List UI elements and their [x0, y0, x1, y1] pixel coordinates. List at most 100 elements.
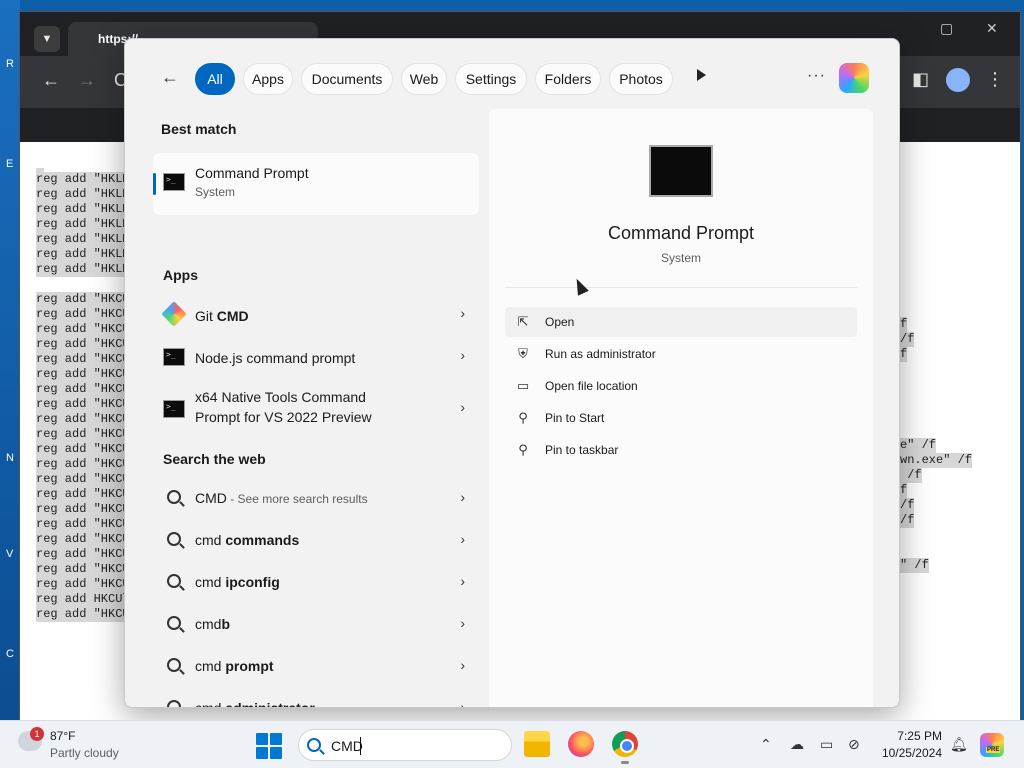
code-line: reg add "HKCU [36, 352, 130, 367]
chevron-right-icon: › [460, 347, 465, 363]
file-explorer-icon[interactable] [524, 731, 550, 757]
code-line: reg add "HKLM [36, 202, 130, 217]
web-result-cmd-prompt[interactable]: cmd prompt › [153, 647, 473, 687]
weather-alert-badge: 1 [30, 727, 44, 741]
code-line: reg add "HKLM [36, 172, 130, 187]
code-line: reg add "HKCU [36, 292, 130, 307]
code-line: reg add "HKCU [36, 397, 130, 412]
web-result-cmd-ipconfig[interactable]: cmd ipconfig › [153, 563, 473, 603]
code-line: reg add "HKCU [36, 562, 130, 577]
side-panel-icon[interactable]: ◧ [912, 69, 929, 90]
weather-temperature[interactable]: 87°F [50, 729, 75, 743]
command-prompt-icon [163, 400, 185, 418]
code-fragment: wn.exe" /f [900, 453, 973, 468]
close-window-icon[interactable]: ✕ [986, 20, 998, 37]
preview-subtitle: System [660, 251, 701, 265]
result-preview-pane: Command Prompt System ⇱ Open ⛨ Run as ad… [489, 109, 873, 707]
action-pin-to-taskbar[interactable]: ⚲ Pin to taskbar [505, 435, 857, 465]
text-caret [360, 737, 361, 755]
filter-settings[interactable]: Settings [455, 63, 527, 95]
web-result-cmdb[interactable]: cmdb › [153, 605, 473, 645]
filter-documents[interactable]: Documents [301, 63, 393, 95]
search-icon [167, 616, 181, 630]
volume-muted-icon[interactable]: ⊘ [848, 736, 860, 753]
search-icon [167, 490, 181, 504]
code-line: reg add "HKLM [36, 217, 130, 232]
apps-heading: Apps [163, 267, 198, 283]
code-line: reg add "HKCU [36, 382, 130, 397]
code-line: reg add "HKCU [36, 502, 130, 517]
search-icon [167, 574, 181, 588]
filter-web[interactable]: Web [401, 63, 447, 95]
copilot-preview-icon[interactable] [980, 733, 1004, 757]
shield-icon: ⛨ [518, 346, 528, 361]
windows-start-icon[interactable] [256, 733, 282, 759]
search-icon [307, 738, 321, 752]
forward-arrow-icon[interactable]: → [78, 70, 96, 91]
code-fragment: /f [900, 468, 922, 483]
notification-bell-icon[interactable]: 🔔︎ [950, 736, 968, 753]
taskbar-search-box[interactable] [298, 729, 512, 761]
app-result-git-cmd[interactable]: Git CMD › [153, 295, 473, 335]
web-result-cmd-commands[interactable]: cmd commands › [153, 521, 473, 561]
divider [505, 287, 857, 288]
code-line: reg add "HKCU [36, 427, 130, 442]
maximize-icon[interactable]: ▢ [940, 20, 953, 37]
firefox-icon[interactable] [568, 731, 594, 757]
back-arrow-icon[interactable]: ← [161, 67, 179, 88]
action-run-as-administrator[interactable]: ⛨ Run as administrator [505, 339, 857, 369]
taskbar: 1 87°F Partly cloudy ⌃ ☁ ▭ ⊘ 7:25 PM 10/… [0, 720, 1024, 768]
back-arrow-icon[interactable]: ← [42, 70, 60, 91]
network-icon[interactable]: ▭ [820, 736, 833, 753]
best-match-heading: Best match [161, 121, 237, 137]
weather-description[interactable]: Partly cloudy [50, 746, 119, 760]
filter-photos[interactable]: Photos [609, 63, 673, 95]
start-search-panel: ← All Apps Documents Web Settings Folder… [124, 38, 900, 708]
search-icon [167, 658, 181, 672]
code-fragment: /f [900, 498, 915, 513]
web-result-cmd-administrator[interactable]: cmd administrator › [153, 689, 473, 708]
chevron-right-icon: › [460, 699, 465, 708]
chrome-icon[interactable] [612, 731, 638, 757]
filter-all[interactable]: All [195, 63, 235, 95]
profile-avatar-icon[interactable] [946, 68, 970, 92]
app-result-nodejs[interactable]: Node.js command prompt › [153, 337, 473, 377]
filter-apps[interactable]: Apps [243, 63, 293, 95]
show-hidden-icons-chevron-icon[interactable]: ⌃ [760, 736, 772, 753]
code-line: reg add "HKCU [36, 472, 130, 487]
code-line: reg add "HKCU [36, 337, 130, 352]
best-match-subtitle: System [195, 185, 236, 199]
best-match-command-prompt[interactable]: Command Prompt System [153, 153, 479, 215]
clock-time[interactable]: 7:25 PM [880, 729, 942, 743]
pin-icon: ⚲ [518, 410, 528, 425]
search-web-heading: Search the web [163, 451, 266, 467]
code-line: reg add "HKCU [36, 457, 130, 472]
more-filters-play-icon[interactable] [697, 69, 706, 81]
action-open[interactable]: ⇱ Open [505, 307, 857, 337]
chevron-right-icon: › [460, 573, 465, 589]
code-line: reg add "HKCU [36, 442, 130, 457]
menu-kebab-icon[interactable]: ⋮ [986, 69, 1004, 90]
web-result-cmd[interactable]: CMD - See more search results › [153, 479, 473, 519]
action-pin-to-start[interactable]: ⚲ Pin to Start [505, 403, 857, 433]
taskbar-search-input[interactable] [331, 737, 501, 755]
filter-folders[interactable]: Folders [535, 63, 601, 95]
copilot-icon[interactable] [839, 63, 869, 93]
clock-date[interactable]: 10/25/2024 [880, 746, 942, 760]
code-fragment: " /f [900, 558, 929, 573]
code-line: reg add "HKLM [36, 232, 130, 247]
code-fragment: /f [900, 513, 915, 528]
code-line: reg add "HKLM [36, 247, 130, 262]
selection-accent [153, 173, 156, 195]
cloud-offline-icon[interactable]: ☁ [790, 736, 804, 753]
desktop-background: R E N V C [0, 0, 20, 720]
code-fragment: /f [900, 332, 915, 347]
action-open-file-location[interactable]: ▭ Open file location [505, 371, 857, 401]
chevron-right-icon: › [460, 657, 465, 673]
app-result-x64-native-tools[interactable]: x64 Native Tools Command Prompt for VS 2… [153, 381, 473, 435]
more-options-icon[interactable]: ··· [807, 67, 826, 85]
code-line: reg add "HKLM [36, 187, 130, 202]
code-fragment: f [900, 483, 908, 498]
tab-list-chevron-icon[interactable]: ▼ [34, 26, 60, 52]
code-line: reg add "HKCU [36, 322, 130, 337]
